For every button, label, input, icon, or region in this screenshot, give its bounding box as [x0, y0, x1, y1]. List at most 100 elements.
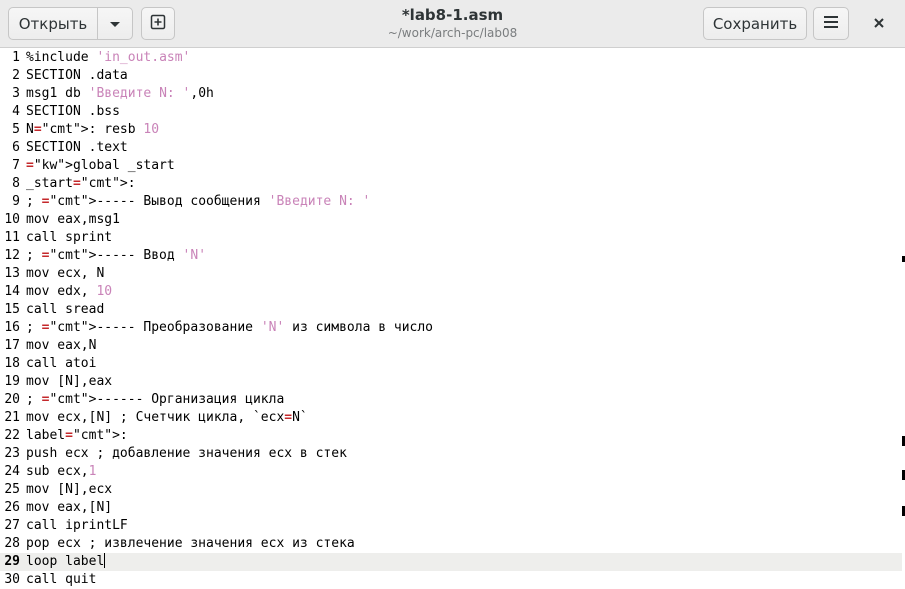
hamburger-menu-icon: [823, 15, 839, 33]
line-number: 11: [4, 230, 20, 245]
line-number: 24: [4, 464, 20, 479]
line-number: 13: [4, 266, 20, 281]
code-line[interactable]: 22 label="cmt">:: [0, 427, 902, 445]
code-text[interactable]: push ecx ; добавление значения ecx в сте…: [26, 445, 347, 463]
code-text[interactable]: call sprint: [26, 229, 112, 247]
code-line[interactable]: 14 mov edx, 10: [0, 283, 902, 301]
code-editor[interactable]: 1 %include 'in_out.asm' 2 SECTION .data 3 msg…: [0, 49, 905, 589]
code-line[interactable]: 10 mov eax,msg1: [0, 211, 902, 229]
code-text[interactable]: mov ecx,[N] ; Счетчик цикла, `ecx=N`: [26, 409, 308, 427]
open-menu-button[interactable]: [97, 7, 133, 40]
line-number: 15: [4, 302, 20, 317]
code-line[interactable]: 16 ; ="cmt">----- Преобразование 'N' из с…: [0, 319, 902, 337]
code-line[interactable]: 18 call atoi: [0, 355, 902, 373]
code-text[interactable]: call quit: [26, 571, 96, 589]
main-menu-button[interactable]: [813, 7, 849, 40]
code-text[interactable]: mov edx, 10: [26, 283, 112, 301]
code-text[interactable]: call sread: [26, 301, 104, 319]
line-number: 29: [4, 554, 20, 569]
code-line[interactable]: 3 msg1 db 'Введите N: ',0h: [0, 85, 902, 103]
code-text[interactable]: sub ecx,1: [26, 463, 96, 481]
line-number: 5: [12, 122, 20, 137]
code-line[interactable]: 6 SECTION .text: [0, 139, 902, 157]
line-number: 2: [12, 68, 20, 83]
code-text[interactable]: ="kw">global _start: [26, 157, 175, 175]
header-bar: Открыть *lab8-1.asm ~/work/arch-pc/lab08…: [0, 0, 905, 48]
new-document-button[interactable]: [141, 7, 175, 40]
code-text[interactable]: N="cmt">: resb 10: [26, 121, 159, 139]
code-text[interactable]: SECTION .bss: [26, 103, 120, 121]
code-text[interactable]: ; ="cmt">----- Ввод 'N': [26, 247, 206, 265]
code-line[interactable]: 15 call sread: [0, 301, 902, 319]
code-line[interactable]: 17 mov eax,N: [0, 337, 902, 355]
code-text[interactable]: mov eax,N: [26, 337, 96, 355]
line-number: 12: [4, 248, 20, 263]
code-line[interactable]: 9 ; ="cmt">----- Вывод сообщения 'Введите…: [0, 193, 902, 211]
code-text[interactable]: SECTION .data: [26, 67, 128, 85]
window-title: *lab8-1.asm: [401, 6, 504, 24]
code-line[interactable]: 28 pop ecx ; извлечение значения ecx из с…: [0, 535, 902, 553]
close-window-button[interactable]: [862, 7, 895, 40]
line-number: 21: [4, 410, 20, 425]
window-subtitle: ~/work/arch-pc/lab08: [387, 26, 518, 40]
line-number: 17: [4, 338, 20, 353]
code-text[interactable]: SECTION .text: [26, 139, 128, 157]
code-text[interactable]: label="cmt">:: [26, 427, 128, 445]
code-text[interactable]: _start="cmt">:: [26, 175, 136, 193]
code-text[interactable]: loop label: [26, 553, 106, 571]
code-text[interactable]: mov eax,msg1: [26, 211, 120, 229]
code-text[interactable]: ; ="cmt">----- Преобразование 'N' из сим…: [26, 319, 433, 337]
line-number: 7: [12, 158, 20, 173]
code-line[interactable]: 8 _start="cmt">:: [0, 175, 902, 193]
line-number: 16: [4, 320, 20, 335]
code-text[interactable]: call atoi: [26, 355, 96, 373]
save-button[interactable]: Сохранить: [703, 7, 807, 40]
line-number: 3: [12, 86, 20, 101]
line-number: 28: [4, 536, 20, 551]
code-line[interactable]: 13 mov ecx, N: [0, 265, 902, 283]
code-text[interactable]: ; ="cmt">------ Организация цикла: [26, 391, 284, 409]
line-number: 6: [12, 140, 20, 155]
code-line[interactable]: 12 ; ="cmt">----- Ввод 'N': [0, 247, 902, 265]
code-text[interactable]: msg1 db 'Введите N: ',0h: [26, 85, 214, 103]
code-line[interactable]: 24 sub ecx,1: [0, 463, 902, 481]
open-button[interactable]: Открыть: [8, 7, 98, 40]
code-line[interactable]: 2 SECTION .data: [0, 67, 902, 85]
line-number: 20: [4, 392, 20, 407]
line-number: 14: [4, 284, 20, 299]
code-text[interactable]: %include 'in_out.asm': [26, 49, 190, 67]
code-line[interactable]: 5 N="cmt">: resb 10: [0, 121, 902, 139]
code-line[interactable]: 25 mov [N],ecx: [0, 481, 902, 499]
new-document-icon: [150, 14, 166, 34]
line-number: 27: [4, 518, 20, 533]
code-text[interactable]: mov eax,[N]: [26, 499, 112, 517]
line-number: 8: [12, 176, 20, 191]
code-text[interactable]: mov [N],ecx: [26, 481, 112, 499]
code-line[interactable]: 26 mov eax,[N]: [0, 499, 902, 517]
code-text[interactable]: ; ="cmt">----- Вывод сообщения 'Введите …: [26, 193, 370, 211]
code-text[interactable]: mov [N],eax: [26, 373, 112, 391]
line-number: 30: [4, 572, 20, 587]
code-line[interactable]: 23 push ecx ; добавление значения ecx в с…: [0, 445, 902, 463]
window-title-block: *lab8-1.asm ~/work/arch-pc/lab08: [300, 6, 605, 41]
close-icon: [873, 14, 885, 33]
line-number: 4: [12, 104, 20, 119]
code-line[interactable]: 11 call sprint: [0, 229, 902, 247]
code-line[interactable]: 19 mov [N],eax: [0, 373, 902, 391]
code-line[interactable]: 30 call quit: [0, 571, 902, 589]
code-text[interactable]: pop ecx ; извлечение значения ecx из сте…: [26, 535, 355, 553]
code-line[interactable]: 20 ; ="cmt">------ Организация цикла: [0, 391, 902, 409]
line-number: 9: [12, 194, 20, 209]
code-line[interactable]: 21 mov ecx,[N] ; Счетчик цикла, `ecx=N`: [0, 409, 902, 427]
code-line[interactable]: 29 loop label: [0, 553, 902, 571]
code-line[interactable]: 1 %include 'in_out.asm': [0, 49, 902, 67]
code-text[interactable]: call iprintLF: [26, 517, 128, 535]
line-number: 10: [4, 212, 20, 227]
line-number: 22: [4, 428, 20, 443]
code-text[interactable]: mov ecx, N: [26, 265, 104, 283]
code-line[interactable]: 27 call iprintLF: [0, 517, 902, 535]
code-line[interactable]: 7 ="kw">global _start: [0, 157, 902, 175]
line-number: 19: [4, 374, 20, 389]
line-number: 23: [4, 446, 20, 461]
code-line[interactable]: 4 SECTION .bss: [0, 103, 902, 121]
